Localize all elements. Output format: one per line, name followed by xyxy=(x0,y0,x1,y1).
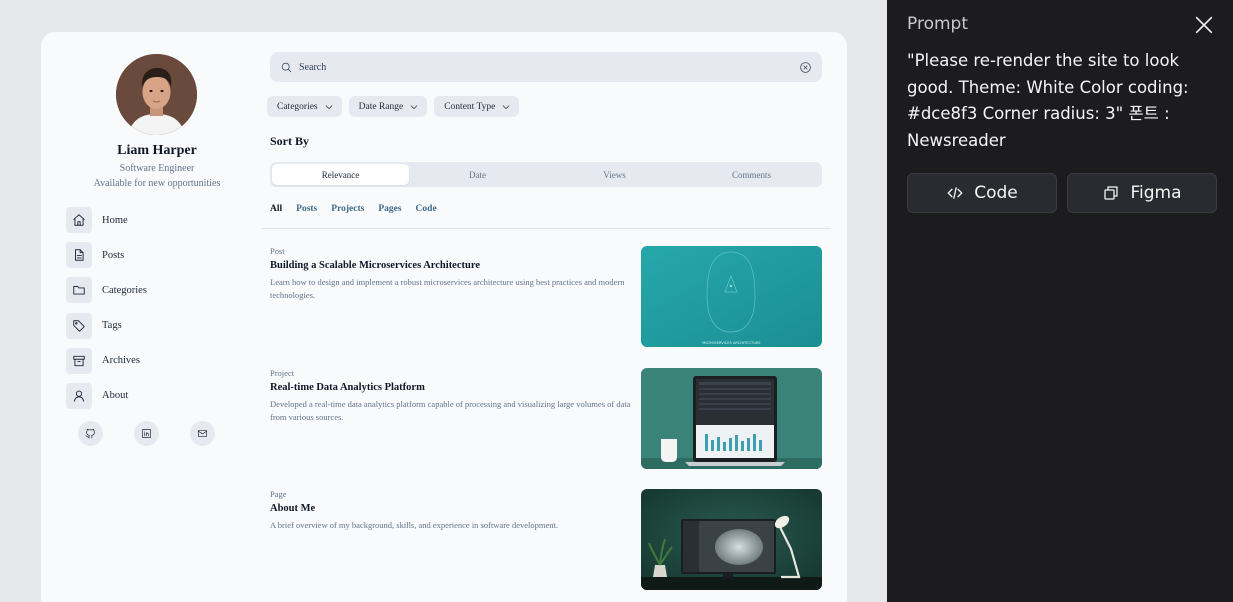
user-icon xyxy=(66,382,92,409)
sidebar-item-about[interactable]: About xyxy=(66,382,256,409)
filter-categories[interactable]: Categories xyxy=(267,96,342,117)
sidebar-item-tags[interactable]: Tags xyxy=(66,312,256,339)
github-icon[interactable] xyxy=(78,421,103,446)
filter-label: Categories xyxy=(277,101,318,112)
prompt-text: "Please re-render the site to look good.… xyxy=(907,51,1189,150)
result-item[interactable]: Post Building a Scalable Microservices A… xyxy=(270,246,822,347)
search-bar xyxy=(270,52,822,82)
sort-label: Sort By xyxy=(270,134,309,148)
result-item[interactable]: Page About Me A brief overview of my bac… xyxy=(270,489,822,590)
code-button-label: Code xyxy=(974,183,1018,203)
close-icon[interactable] xyxy=(1193,14,1215,36)
thumb-caption: MICROSERVICES ARCHITECTURE xyxy=(702,341,761,345)
sort-option-views[interactable]: Views xyxy=(546,164,683,185)
copy-icon xyxy=(1104,186,1119,200)
chevron-down-icon xyxy=(325,104,332,109)
mail-icon[interactable] xyxy=(190,421,215,446)
sidebar-item-home[interactable]: Home xyxy=(66,207,256,233)
document-icon xyxy=(66,242,92,269)
tab-code[interactable]: Code xyxy=(416,204,437,214)
figma-button[interactable]: Figma xyxy=(1067,173,1217,213)
tab-pages[interactable]: Pages xyxy=(378,204,401,214)
sort-option-date[interactable]: Date xyxy=(409,164,546,185)
sidebar-item-label: Tags xyxy=(102,320,122,332)
sidebar-item-archives[interactable]: Archives xyxy=(66,347,256,374)
search-icon xyxy=(281,62,292,72)
profile-status: Available for new opportunities xyxy=(93,178,221,189)
result-type: Post xyxy=(270,246,285,256)
content-tabs: All Posts Projects Pages Code xyxy=(270,204,437,214)
sidebar-item-label: Archives xyxy=(102,355,140,367)
filter-date-range[interactable]: Date Range xyxy=(348,96,428,117)
filter-label: Date Range xyxy=(358,101,404,112)
linkedin-icon[interactable] xyxy=(134,421,159,446)
tab-divider xyxy=(261,228,831,229)
code-icon xyxy=(947,187,963,199)
sidebar-item-label: Posts xyxy=(102,249,125,261)
sidebar: Liam Harper Software Engineer Available … xyxy=(41,32,273,602)
prompt-panel: Prompt "Please re-render the site to loo… xyxy=(887,0,1233,602)
site-preview-card: Liam Harper Software Engineer Available … xyxy=(41,32,847,602)
sidebar-item-label: Categories xyxy=(102,284,147,296)
clear-search-icon[interactable] xyxy=(798,60,812,74)
preview-canvas: Liam Harper Software Engineer Available … xyxy=(0,0,887,602)
home-icon xyxy=(66,207,92,233)
filter-label: Content Type xyxy=(444,101,496,112)
sort-option-relevance[interactable]: Relevance xyxy=(272,164,409,185)
sort-option-comments[interactable]: Comments xyxy=(683,164,820,185)
sidebar-item-label: About xyxy=(102,390,129,402)
sidebar-item-label: Home xyxy=(102,214,128,226)
avatar xyxy=(116,54,197,135)
result-title[interactable]: Building a Scalable Microservices Archit… xyxy=(270,260,480,271)
result-description: A brief overview of my background, skill… xyxy=(270,520,558,530)
tab-projects[interactable]: Projects xyxy=(331,204,364,214)
result-description: Developed a real-time data analytics pla… xyxy=(270,399,631,422)
tab-posts[interactable]: Posts xyxy=(296,204,317,214)
chevron-down-icon xyxy=(410,104,418,109)
sidebar-nav: Home Posts Categories Tags Archives Abou… xyxy=(66,207,256,418)
result-title[interactable]: About Me xyxy=(270,503,315,514)
filter-content-type[interactable]: Content Type xyxy=(434,96,520,117)
result-description: Learn how to design and implement a robu… xyxy=(270,277,625,300)
social-links xyxy=(78,421,215,446)
archive-icon xyxy=(66,347,92,374)
tag-icon xyxy=(66,312,92,339)
sidebar-item-categories[interactable]: Categories xyxy=(66,277,256,304)
panel-title: Prompt xyxy=(907,14,968,34)
result-type: Project xyxy=(270,368,295,378)
result-thumbnail xyxy=(641,489,822,590)
result-type: Page xyxy=(270,489,287,499)
sort-segmented-control: Relevance Date Views Comments xyxy=(270,162,822,187)
profile-role: Software Engineer xyxy=(119,163,195,174)
search-input[interactable] xyxy=(299,61,798,73)
sidebar-item-posts[interactable]: Posts xyxy=(66,242,256,269)
tab-all[interactable]: All xyxy=(270,204,282,214)
result-title[interactable]: Real-time Data Analytics Platform xyxy=(270,382,425,393)
profile-name: Liam Harper xyxy=(117,143,197,158)
filter-bar: Categories Date Range Content Type xyxy=(267,96,520,117)
code-button[interactable]: Code xyxy=(907,173,1057,213)
folder-icon xyxy=(66,277,92,304)
chevron-down-icon xyxy=(503,104,510,109)
figma-button-label: Figma xyxy=(1130,183,1182,203)
result-thumbnail: MICROSERVICES ARCHITECTURE xyxy=(641,246,822,347)
result-item[interactable]: Project Real-time Data Analytics Platfor… xyxy=(270,368,822,469)
result-thumbnail xyxy=(641,368,822,469)
